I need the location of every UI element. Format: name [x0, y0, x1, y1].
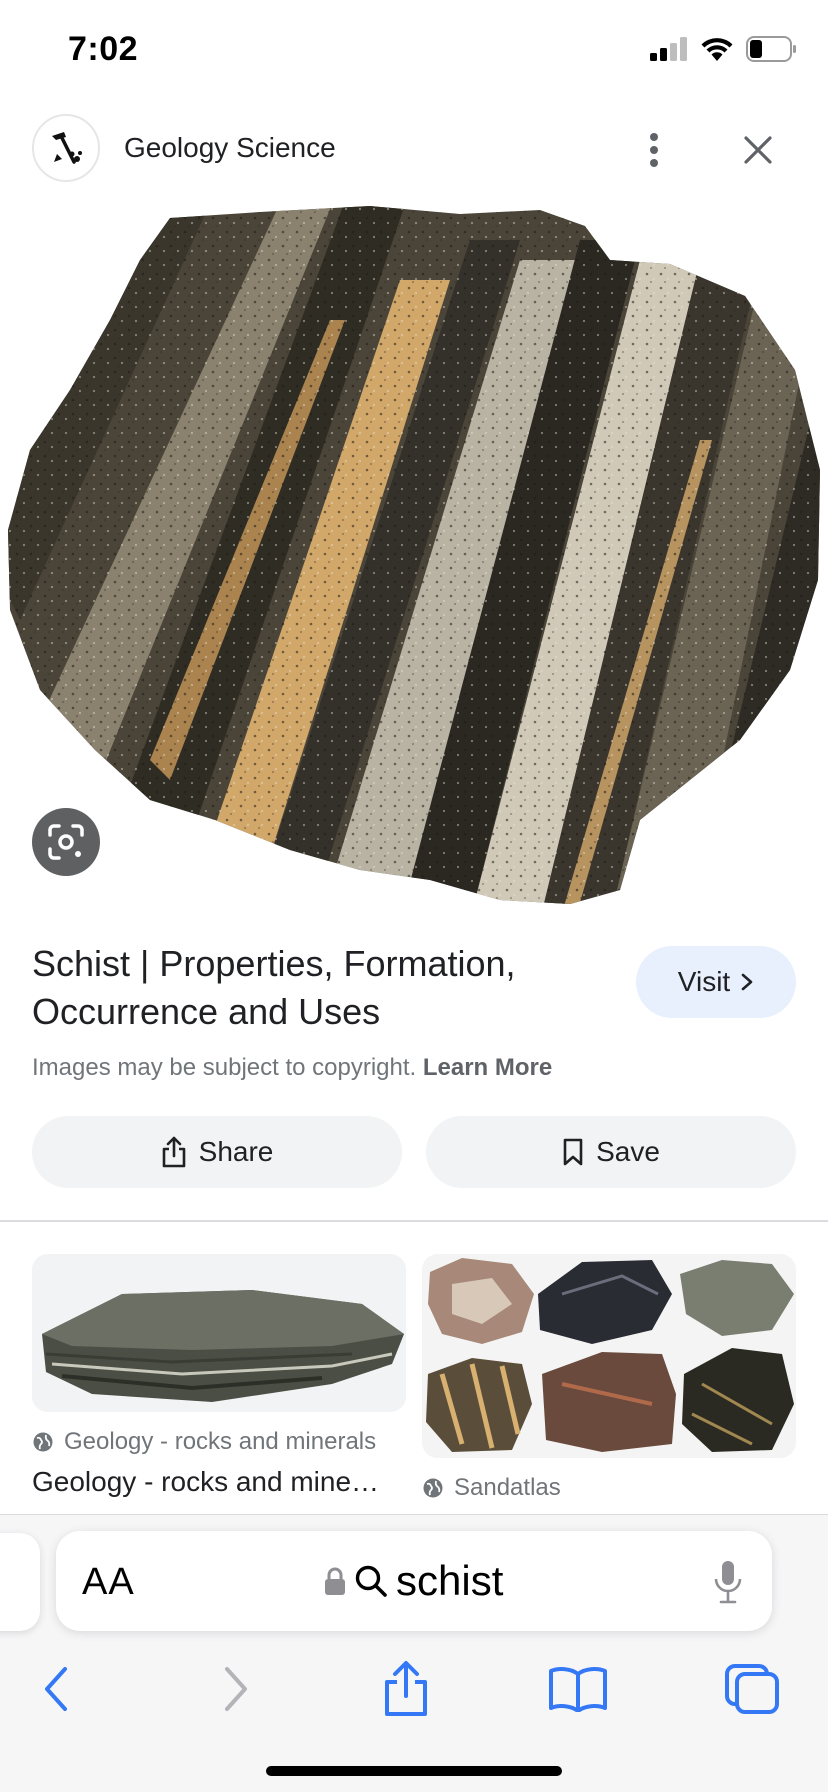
globe-icon: [423, 1478, 443, 1498]
close-icon: [744, 136, 772, 164]
result-header: Geology Science: [0, 104, 828, 200]
home-indicator[interactable]: [266, 1766, 562, 1776]
safari-toolbar: [0, 1645, 828, 1735]
related-result-card[interactable]: Geology - rocks and minerals Geology - r…: [32, 1254, 406, 1498]
related-thumbnail[interactable]: [32, 1254, 406, 1412]
book-icon: [549, 1667, 607, 1712]
section-divider: [0, 1220, 828, 1222]
share-button[interactable]: Share: [32, 1116, 402, 1188]
related-source: Sandatlas: [422, 1474, 796, 1502]
chevron-left-icon: [45, 1667, 67, 1711]
voice-search-button[interactable]: [710, 1557, 746, 1607]
share-icon: [162, 1136, 185, 1168]
lock-icon: [325, 1567, 345, 1595]
schist-rock-image: [8, 206, 820, 904]
schist-slab-image: [32, 1254, 406, 1412]
copyright-notice: Images may be subject to copyright. Lear…: [32, 1054, 552, 1082]
battery-icon: [746, 36, 796, 62]
chevron-right-icon: [741, 973, 753, 991]
status-time: 7:02: [68, 30, 139, 68]
back-button[interactable]: [24, 1657, 88, 1721]
url-field[interactable]: schist: [324, 1555, 503, 1607]
chevron-right-icon: [225, 1667, 247, 1711]
url-text: schist: [396, 1557, 504, 1604]
main-result-image[interactable]: [0, 200, 828, 908]
result-title[interactable]: Schist | Properties, Formation, Occurren…: [32, 940, 592, 1036]
share-sheet-button[interactable]: [374, 1657, 438, 1721]
related-thumbnail[interactable]: [422, 1254, 796, 1458]
close-button[interactable]: [736, 126, 780, 174]
related-source: Geology - rocks and minerals: [32, 1428, 406, 1456]
copyright-text: Images may be subject to copyright.: [32, 1054, 417, 1081]
visit-label: Visit: [677, 966, 731, 997]
safari-bottom-bar: AA schist: [0, 1514, 828, 1792]
learn-more-link[interactable]: Learn More: [423, 1054, 552, 1081]
forward-button[interactable]: [204, 1657, 268, 1721]
related-title[interactable]: Geology - rocks and mine…: [32, 1466, 406, 1498]
page-settings-button[interactable]: AA: [82, 1561, 135, 1604]
bookmark-icon: [563, 1138, 583, 1166]
save-label: Save: [596, 1136, 660, 1167]
more-vertical-icon: [650, 133, 658, 167]
related-result-card[interactable]: Sandatlas: [422, 1254, 796, 1502]
site-name[interactable]: Geology Science: [124, 132, 336, 164]
status-icons: [650, 34, 798, 64]
wifi-icon: [701, 38, 733, 61]
globe-icon: [33, 1432, 53, 1452]
search-icon: [355, 1565, 387, 1597]
lens-icon: [48, 824, 84, 860]
address-bar[interactable]: AA schist: [56, 1531, 772, 1631]
cellular-signal-icon: [650, 37, 687, 61]
related-source-name: Geology - rocks and minerals: [64, 1428, 377, 1455]
rock-hammer-icon: [52, 132, 82, 164]
visit-button[interactable]: Visit: [636, 946, 796, 1018]
aa-label: AA: [82, 1561, 135, 1603]
tabs-icon: [725, 1664, 779, 1714]
schist-samples-image: [422, 1254, 796, 1458]
site-logo[interactable]: [32, 114, 100, 182]
previous-tab-peek[interactable]: [0, 1533, 40, 1631]
more-options-button[interactable]: [640, 126, 668, 174]
share-label: Share: [198, 1136, 274, 1167]
bookmarks-button[interactable]: [546, 1657, 610, 1721]
related-source-name: Sandatlas: [454, 1474, 561, 1501]
status-bar: 7:02: [0, 0, 828, 100]
share-icon: [385, 1661, 427, 1716]
microphone-icon: [714, 1561, 742, 1604]
save-button[interactable]: Save: [426, 1116, 796, 1188]
google-lens-button[interactable]: [32, 808, 100, 876]
tabs-button[interactable]: [720, 1657, 784, 1721]
